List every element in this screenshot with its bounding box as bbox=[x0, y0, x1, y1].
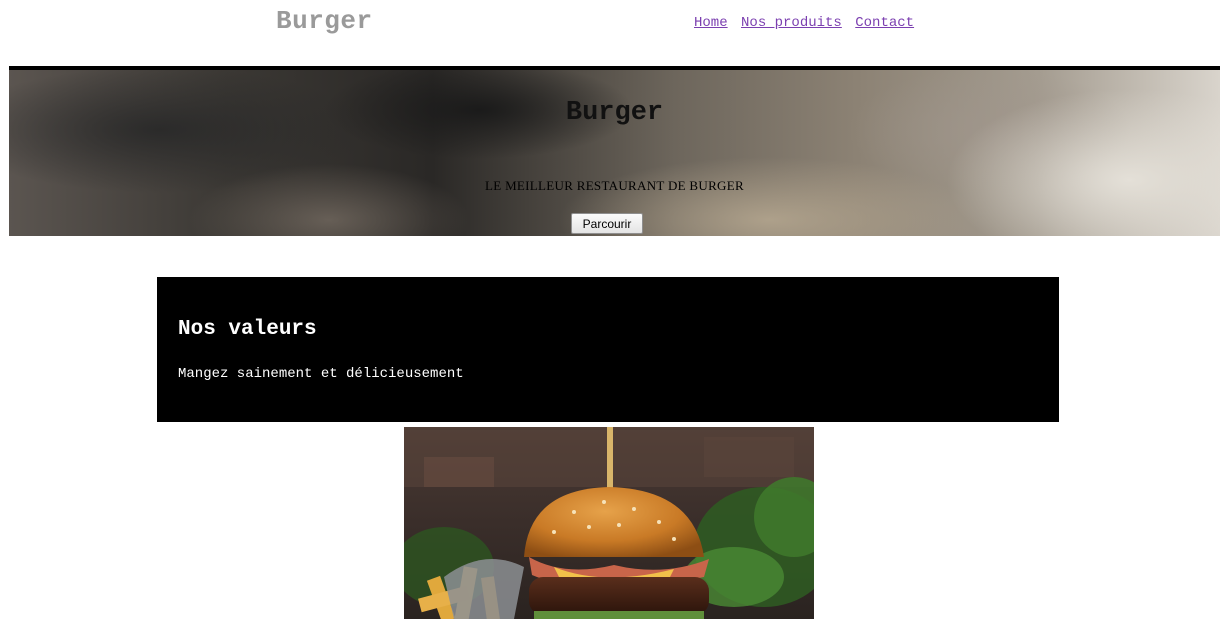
nav-link-contact[interactable]: Contact bbox=[855, 15, 914, 31]
nav-link-home[interactable]: Home bbox=[694, 15, 728, 31]
values-section: Nos valeurs Mangez sainement et délicieu… bbox=[157, 277, 1059, 422]
values-title: Nos valeurs bbox=[178, 318, 317, 341]
nav-link-products[interactable]: Nos produits bbox=[741, 15, 842, 31]
hero-banner: Burger LE MEILLEUR RESTAURANT DE BURGER … bbox=[9, 66, 1220, 236]
main-nav: Home Nos produits Contact bbox=[694, 15, 919, 31]
hero-subtitle: LE MEILLEUR RESTAURANT DE BURGER bbox=[485, 178, 744, 193]
hero-title: Burger bbox=[565, 98, 664, 128]
values-text: Mangez sainement et délicieusement bbox=[178, 366, 464, 382]
site-brand: Burger bbox=[276, 6, 373, 36]
browse-button[interactable]: Parcourir bbox=[571, 213, 643, 234]
page: Burger Home Nos produits Contact Burger … bbox=[0, 0, 1220, 619]
burger-photo bbox=[404, 427, 814, 619]
burger-illustration bbox=[404, 427, 814, 619]
